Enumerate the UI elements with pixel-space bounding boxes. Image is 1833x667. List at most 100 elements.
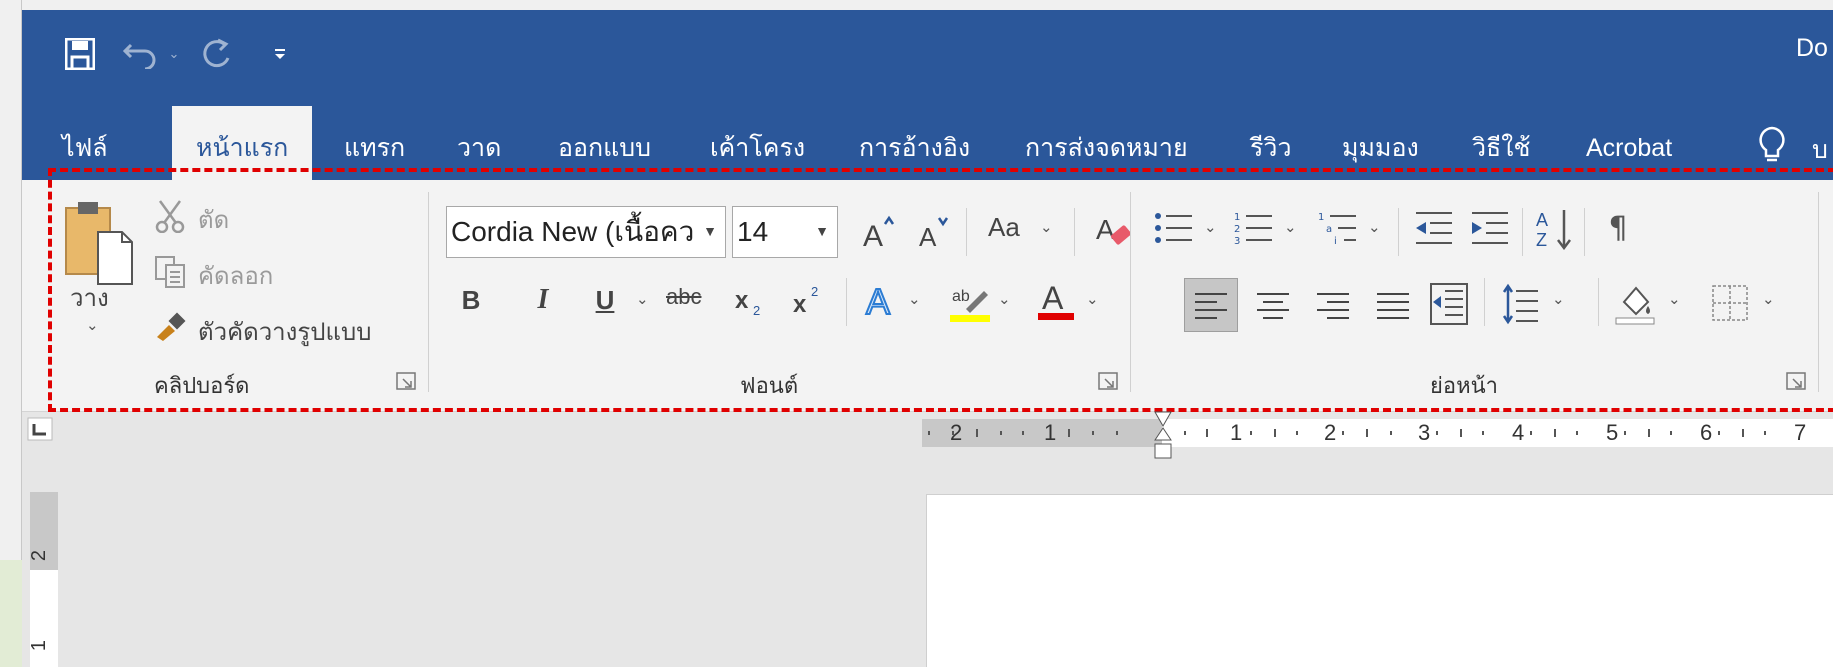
font-color-dropdown-icon[interactable]: ⌄ xyxy=(1086,290,1099,308)
align-center-icon[interactable] xyxy=(1252,284,1294,326)
show-formatting-marks-icon[interactable]: ¶ xyxy=(1598,206,1638,250)
change-case-dropdown-icon[interactable]: ⌄ xyxy=(1040,218,1053,236)
shrink-font-icon[interactable]: A xyxy=(914,210,954,254)
tab-draw[interactable]: วาด xyxy=(457,120,501,180)
distributed-icon[interactable] xyxy=(1426,280,1472,328)
tab-design[interactable]: ออกแบบ xyxy=(558,120,651,180)
multilevel-list-dropdown-icon[interactable]: ⌄ xyxy=(1368,218,1381,236)
ruler-label: 5 xyxy=(1606,420,1619,445)
svg-text:x: x xyxy=(735,287,749,314)
superscript-icon[interactable]: x2 xyxy=(790,280,826,320)
underline-icon[interactable]: U xyxy=(590,280,620,320)
tell-me-text[interactable]: บ xyxy=(1812,130,1828,170)
tab-view[interactable]: มุมมอง xyxy=(1342,120,1419,180)
justify-icon[interactable] xyxy=(1372,284,1414,326)
italic-icon[interactable]: I xyxy=(528,280,558,320)
svg-text:A: A xyxy=(1096,214,1115,245)
multilevel-list-icon[interactable]: 1ai xyxy=(1316,206,1360,250)
format-painter-icon[interactable] xyxy=(152,308,188,344)
desktop-background xyxy=(0,560,22,667)
font-name-dropdown-icon[interactable]: ▼ xyxy=(703,223,717,239)
tab-help[interactable]: วิธีใช้ xyxy=(1472,120,1530,180)
format-painter-label[interactable]: ตัวคัดวางรูปแบบ xyxy=(198,312,371,351)
customize-qat-icon[interactable] xyxy=(270,40,290,68)
change-case-label[interactable]: Aa xyxy=(988,212,1020,243)
vertical-ruler-label: 1 xyxy=(28,639,51,652)
clipboard-launcher-icon[interactable] xyxy=(396,372,418,392)
undo-icon[interactable] xyxy=(120,34,160,74)
highlight-color-icon[interactable]: ab xyxy=(948,278,992,324)
svg-text:2: 2 xyxy=(811,284,818,299)
vertical-ruler-text-area xyxy=(30,570,58,667)
tab-home[interactable]: หน้าแรก xyxy=(172,106,313,180)
font-size-combo[interactable]: 14 ▼ xyxy=(732,206,838,258)
svg-text:ab: ab xyxy=(952,288,970,305)
word-window: ⌄ Do ไฟล์ หน้าแรก แทรก วาด ออกแบบ เค้าโค… xyxy=(22,10,1833,667)
paragraph-launcher-icon[interactable] xyxy=(1786,372,1808,392)
ruler-label: 2 xyxy=(1324,420,1337,445)
tab-selector[interactable] xyxy=(22,412,62,448)
tab-acrobat[interactable]: Acrobat xyxy=(1586,120,1672,180)
svg-text:i: i xyxy=(1334,236,1337,246)
paste-label[interactable]: วาง xyxy=(70,278,109,317)
copy-label[interactable]: คัดลอก xyxy=(198,256,273,295)
grow-font-icon[interactable]: A xyxy=(858,210,898,254)
redo-icon[interactable] xyxy=(198,34,238,74)
bullets-dropdown-icon[interactable]: ⌄ xyxy=(1204,218,1217,236)
svg-text:1: 1 xyxy=(1234,212,1240,223)
separator xyxy=(846,278,847,326)
svg-text:3: 3 xyxy=(1234,236,1240,246)
bold-icon[interactable]: B xyxy=(456,280,486,320)
copy-icon[interactable] xyxy=(152,254,188,290)
cut-icon[interactable] xyxy=(152,198,188,234)
borders-icon[interactable] xyxy=(1708,280,1752,326)
indent-marker-icon[interactable] xyxy=(1152,410,1174,462)
line-spacing-dropdown-icon[interactable]: ⌄ xyxy=(1552,290,1565,308)
save-icon[interactable] xyxy=(62,34,98,74)
numbering-icon[interactable]: 123 xyxy=(1232,206,1276,250)
bullets-icon[interactable] xyxy=(1152,206,1196,250)
sort-icon[interactable]: AZ xyxy=(1534,204,1578,252)
document-page[interactable] xyxy=(926,494,1833,667)
align-left-icon[interactable] xyxy=(1190,284,1232,326)
font-name-value: Cordia New (เนื้อคว xyxy=(451,216,695,247)
highlight-color-dropdown-icon[interactable]: ⌄ xyxy=(998,290,1011,308)
tab-stop-icon[interactable] xyxy=(22,412,62,448)
increase-indent-icon[interactable] xyxy=(1468,206,1512,250)
font-launcher-icon[interactable] xyxy=(1098,372,1120,392)
subscript-icon[interactable]: x2 xyxy=(732,280,768,320)
text-effects-dropdown-icon[interactable]: ⌄ xyxy=(908,290,921,308)
tab-mailings[interactable]: การส่งจดหมาย xyxy=(1025,120,1188,180)
tab-insert[interactable]: แทรก xyxy=(344,120,405,180)
decrease-indent-icon[interactable] xyxy=(1412,206,1456,250)
text-effects-icon[interactable]: A xyxy=(862,278,902,322)
svg-text:2: 2 xyxy=(753,303,760,318)
cut-label[interactable]: ตัด xyxy=(198,200,229,239)
tab-file[interactable]: ไฟล์ xyxy=(62,120,108,180)
ruler-label: 3 xyxy=(1418,420,1431,445)
underline-dropdown-icon[interactable]: ⌄ xyxy=(636,290,649,308)
tab-review[interactable]: รีวิว xyxy=(1250,120,1292,180)
shading-dropdown-icon[interactable]: ⌄ xyxy=(1668,290,1681,308)
svg-text:A: A xyxy=(863,220,883,250)
shading-icon[interactable] xyxy=(1612,278,1658,328)
numbering-dropdown-icon[interactable]: ⌄ xyxy=(1284,218,1297,236)
font-name-combo[interactable]: Cordia New (เนื้อคว ▼ xyxy=(446,206,726,258)
font-color-icon[interactable]: A xyxy=(1034,276,1078,324)
group-separator xyxy=(1818,192,1819,392)
align-right-icon[interactable] xyxy=(1312,284,1354,326)
font-size-dropdown-icon[interactable]: ▼ xyxy=(815,223,829,239)
ruler-label: 2 xyxy=(950,420,963,445)
undo-dropdown-icon[interactable]: ⌄ xyxy=(166,44,182,64)
paste-icon[interactable] xyxy=(62,198,134,286)
ribbon-tab-bar: ไฟล์ หน้าแรก แทรก วาด ออกแบบ เค้าโครง กา… xyxy=(22,96,1833,180)
tab-references[interactable]: การอ้างอิง xyxy=(859,120,970,180)
borders-dropdown-icon[interactable]: ⌄ xyxy=(1762,290,1775,308)
paste-dropdown-icon[interactable]: ⌄ xyxy=(86,316,99,334)
ruler-label: 4 xyxy=(1512,420,1525,445)
ruler-label: 6 xyxy=(1700,420,1713,445)
lightbulb-icon[interactable] xyxy=(1758,126,1786,168)
strikethrough-label[interactable]: abc xyxy=(666,284,701,310)
line-spacing-icon[interactable] xyxy=(1498,280,1542,328)
tab-layout[interactable]: เค้าโครง xyxy=(710,120,805,180)
